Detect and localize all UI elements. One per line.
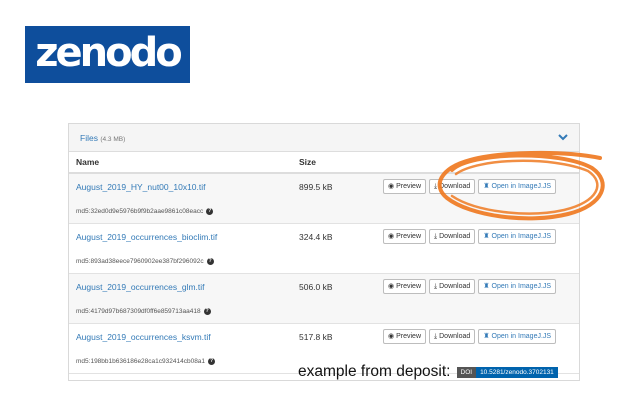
files-total-size: (4.3 MB) — [100, 135, 126, 143]
open-in-imagej-button[interactable]: ♜ Open in ImageJ.JS — [478, 279, 557, 294]
preview-button[interactable]: ◉ Preview — [383, 329, 427, 344]
file-size: 324.4 kB — [299, 231, 333, 242]
preview-label: Preview — [396, 183, 422, 190]
download-icon: ⤓ — [434, 283, 438, 290]
download-icon: ⤓ — [434, 183, 438, 190]
download-button[interactable]: ⤓ Download — [429, 229, 476, 244]
doi-label: DOI — [456, 366, 477, 378]
question-icon[interactable]: ? — [203, 307, 211, 315]
md5-checksum: md5:893ad38eece7960902ee387bf296092c? — [69, 249, 579, 273]
preview-label: Preview — [396, 283, 422, 290]
download-label: Download — [439, 183, 471, 190]
open-in-imagej-button[interactable]: ♜ Open in ImageJ.JS — [478, 329, 557, 344]
md5-text: md5:4179d97b687309df0ff6e859713aa418 — [76, 307, 201, 315]
file-link[interactable]: August_2019_occurrences_ksvm.tif — [69, 332, 299, 342]
download-button[interactable]: ⤓ Download — [429, 179, 476, 194]
open-label: Open in ImageJ.JS — [491, 333, 552, 340]
preview-label: Preview — [396, 233, 422, 240]
question-icon[interactable]: ? — [206, 257, 214, 265]
doi-value: 10.5281/zenodo.3702131 — [476, 366, 558, 378]
file-link[interactable]: August_2019_HY_nut00_10x10.tif — [69, 182, 299, 192]
microscope-icon: ♜ — [483, 233, 490, 240]
open-in-imagej-button[interactable]: ♜ Open in ImageJ.JS — [478, 229, 557, 244]
example-caption: example from deposit: DOI 10.5281/zenodo… — [298, 363, 558, 381]
open-in-imagej-button[interactable]: ♜ Open in ImageJ.JS — [478, 179, 557, 194]
download-button[interactable]: ⤓ Download — [429, 279, 476, 294]
md5-text: md5:32ed0d9e5976b9f9b2aae9861c08eacc — [76, 207, 204, 215]
file-link[interactable]: August_2019_occurrences_bioclim.tif — [69, 232, 299, 242]
md5-checksum: md5:32ed0d9e5976b9f9b2aae9861c08eacc? — [69, 199, 579, 223]
files-title-label: Files — [80, 132, 98, 143]
files-panel-header[interactable]: Files (4.3 MB) — [69, 124, 579, 152]
md5-checksum: md5:4179d97b687309df0ff6e859713aa418? — [69, 299, 579, 323]
files-panel: Files (4.3 MB) Name Size August_2019_HY_… — [68, 123, 580, 381]
doi-badge[interactable]: DOI 10.5281/zenodo.3702131 — [456, 366, 558, 378]
open-label: Open in ImageJ.JS — [491, 283, 552, 290]
eye-icon: ◉ — [388, 183, 395, 190]
zenodo-logo[interactable]: zenodo — [25, 26, 190, 83]
question-icon[interactable]: ? — [208, 357, 216, 365]
md5-text: md5:893ad38eece7960902ee387bf296092c — [76, 257, 204, 265]
column-header-size: Size — [299, 157, 317, 167]
eye-icon: ◉ — [388, 233, 395, 240]
preview-button[interactable]: ◉ Preview — [383, 279, 427, 294]
table-header: Name Size — [69, 152, 579, 174]
microscope-icon: ♜ — [483, 183, 490, 190]
files-panel-title: Files (4.3 MB) — [80, 133, 125, 143]
logo-text: zenodo — [35, 29, 182, 76]
preview-button[interactable]: ◉ Preview — [383, 179, 427, 194]
table-row: August_2019_HY_nut00_10x10.tif 899.5 kB … — [69, 174, 579, 224]
microscope-icon: ♜ — [483, 333, 490, 340]
example-text: example from deposit: — [298, 363, 451, 380]
eye-icon: ◉ — [388, 333, 395, 340]
md5-text: md5:198bb1b636186e28ca1c932414cb08a1 — [76, 357, 206, 365]
file-link[interactable]: August_2019_occurrences_glm.tif — [69, 282, 299, 292]
file-size: 506.0 kB — [299, 281, 333, 292]
file-size: 517.8 kB — [299, 331, 333, 342]
open-label: Open in ImageJ.JS — [491, 233, 552, 240]
download-icon: ⤓ — [434, 233, 438, 240]
download-button[interactable]: ⤓ Download — [429, 329, 476, 344]
download-icon: ⤓ — [434, 333, 438, 340]
table-row: August_2019_occurrences_bioclim.tif 324.… — [69, 224, 579, 274]
download-label: Download — [439, 233, 471, 240]
preview-label: Preview — [396, 333, 422, 340]
open-label: Open in ImageJ.JS — [491, 183, 552, 190]
table-row: August_2019_occurrences_glm.tif 506.0 kB… — [69, 274, 579, 324]
eye-icon: ◉ — [388, 283, 395, 290]
column-header-name: Name — [76, 157, 100, 167]
chevron-down-icon[interactable] — [557, 132, 569, 144]
download-label: Download — [439, 283, 471, 290]
file-size: 899.5 kB — [299, 181, 333, 192]
preview-button[interactable]: ◉ Preview — [383, 229, 427, 244]
microscope-icon: ♜ — [483, 283, 490, 290]
download-label: Download — [439, 333, 471, 340]
question-icon[interactable]: ? — [206, 207, 214, 215]
